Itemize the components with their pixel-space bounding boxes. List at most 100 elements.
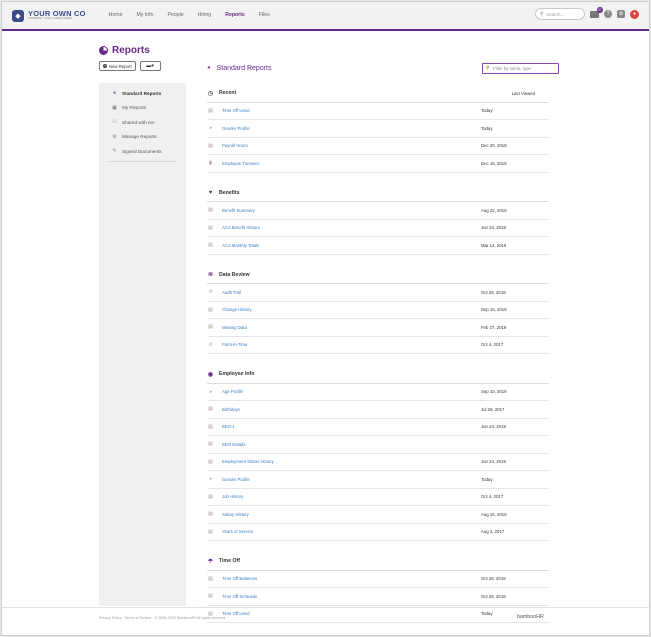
report-row: ▤ Salary History Aug 16, 2019 xyxy=(207,506,549,524)
table-icon: ▤ xyxy=(208,575,213,582)
bamboohr-logo: bambooHR xyxy=(517,614,544,620)
report-row: ▤ EEO-1 Jun 24, 2019 xyxy=(207,419,549,436)
table-icon: ▤ xyxy=(208,423,213,430)
help-icon[interactable]: ? xyxy=(604,10,612,18)
sidebar-item-label: Standard Reports xyxy=(122,90,162,96)
report-link[interactable]: Time Off Used xyxy=(222,611,481,616)
company-logo[interactable]: ◆ YOUR OWN CO COMPANY LOGO GOES HERE xyxy=(12,9,86,22)
last-viewed-date: Oct 28, 2019 xyxy=(481,593,506,599)
last-viewed-date: Today xyxy=(481,108,493,114)
nav-item-reports[interactable]: Reports xyxy=(218,2,252,29)
section-header: ≋ Data Review xyxy=(207,267,549,284)
table-icon: ▤ xyxy=(208,224,213,231)
report-link[interactable]: Age Profile xyxy=(222,389,481,394)
report-row: ▤ Benefit Summary Aug 22, 2019 xyxy=(207,202,549,220)
report-link[interactable]: EEO Details xyxy=(222,442,481,447)
report-row: ▤ Time Off Balances Oct 28, 2019 xyxy=(207,571,549,588)
report-link[interactable]: Payroll Hours xyxy=(222,143,481,148)
gear-icon[interactable]: ⚙ xyxy=(617,10,625,18)
report-link[interactable]: Gender Profile xyxy=(222,126,481,131)
sidebar-divider xyxy=(109,160,176,162)
last-viewed-date: Today xyxy=(481,611,493,617)
report-row: ↺ Audit Trail Oct 28, 2019 xyxy=(207,284,549,302)
report-row: ◕ Gender Profile Today xyxy=(207,120,549,138)
report-link[interactable]: Time Off Balances xyxy=(222,576,481,581)
pie-chart-icon: ◕ xyxy=(112,90,117,97)
report-link[interactable]: Change History xyxy=(222,307,481,312)
new-report-button[interactable]: + New Report xyxy=(99,61,136,71)
filter-input[interactable]: ⚲ Filter by name, type xyxy=(482,62,559,74)
sidebar-item-shared-with-me[interactable]: ⚇ Shared with me xyxy=(99,115,186,130)
report-section-employee-info: ◉ Employee Info ◕ Age Profile Sep 10, 2019 ▤ B… xyxy=(207,366,559,541)
footer-links[interactable]: Privacy Policy · Terms of Service · © 20… xyxy=(99,616,226,620)
report-link[interactable]: Job History xyxy=(222,494,481,499)
page-title: Reports xyxy=(112,45,150,56)
person-circle-icon: ◉ xyxy=(207,371,214,378)
report-row: ▤ Time Off Used Today xyxy=(207,606,549,623)
nav-item-home[interactable]: Home xyxy=(102,2,130,29)
report-link[interactable]: ACA Monthly Totals xyxy=(222,243,481,248)
report-link[interactable]: Salary History xyxy=(222,512,481,517)
table-icon: ▤ xyxy=(208,306,213,313)
new-report-label: New Report xyxy=(109,63,132,69)
report-section-time-off: ☂ Time Off ▤ Time Off Balances Oct 28, 2019 ▤… xyxy=(207,553,559,623)
report-row: ▤ Years of Service Aug 4, 2017 xyxy=(207,524,549,541)
main-content: ◕ Standard Reports ⚲ Filter by name, typ… xyxy=(207,60,559,623)
report-link[interactable]: Audit Trail xyxy=(222,290,481,295)
search-icon: ⚲ xyxy=(486,65,490,70)
nav-item-my-info[interactable]: My Info xyxy=(129,2,160,29)
report-row: ▤ Change History Sep 16, 2019 xyxy=(207,302,549,319)
report-row: ▤ Missing Data Feb 27, 2019 xyxy=(207,319,549,337)
report-row: ▤ EEO Details xyxy=(207,436,549,454)
clock-icon: ◷ xyxy=(207,90,214,97)
report-section-benefits: ♥ Benefits ▤ Benefit Summary Aug 22, 2019 ▤ AC… xyxy=(207,185,559,255)
report-link[interactable]: Gender Profile xyxy=(222,477,481,482)
inbox-icon[interactable]: 27 xyxy=(590,6,603,18)
sidebar-item-standard-reports[interactable]: ◕ Standard Reports xyxy=(99,86,186,101)
report-link[interactable]: Time Off Schedule xyxy=(222,594,481,599)
main-nav: Home My Info People Hiring Reports Files xyxy=(102,2,277,29)
table-icon: ▤ xyxy=(208,493,213,500)
people-icon: ⚇ xyxy=(112,119,117,126)
report-link[interactable]: Missing Data xyxy=(222,325,481,330)
section-title: Data Review xyxy=(219,271,250,278)
folder-dropdown-button[interactable]: ▬▾ xyxy=(139,61,161,71)
report-link[interactable]: Time Off Used xyxy=(222,108,481,113)
avatar[interactable]: ● xyxy=(630,9,639,19)
report-link[interactable]: ACA Benefit History xyxy=(222,225,481,230)
nav-item-people[interactable]: People xyxy=(160,2,190,29)
filter-placeholder: Filter by name, type xyxy=(493,65,531,71)
nav-item-files[interactable]: Files xyxy=(252,2,277,29)
report-link[interactable]: Point-in-Time xyxy=(222,342,481,347)
last-viewed-date: Today xyxy=(481,125,493,131)
report-link[interactable]: Employee Turnover xyxy=(222,161,481,166)
report-row: ▮ Employee Turnover Dec 16, 2019 xyxy=(207,155,549,173)
report-link[interactable]: Years of Service xyxy=(222,529,481,534)
report-link[interactable]: EEO-1 xyxy=(222,424,481,429)
footer-divider xyxy=(2,607,649,608)
logo-subtitle: COMPANY LOGO GOES HERE xyxy=(28,16,72,20)
layers-icon: ≋ xyxy=(207,272,214,279)
table-icon: ▤ xyxy=(208,511,213,518)
sidebar-item-signed-documents[interactable]: ✎ Signed Documents xyxy=(99,144,186,159)
main-title: Standard Reports xyxy=(216,64,272,72)
report-row: ↺ Point-in-Time Oct 4, 2017 xyxy=(207,337,549,354)
report-link[interactable]: Benefit Summary xyxy=(222,208,481,213)
last-viewed-date: Sep 16, 2019 xyxy=(481,307,507,313)
sidebar-item-manage-reports[interactable]: ⚙ Manage Reports xyxy=(99,130,186,145)
search-input[interactable]: ⚲ Search... xyxy=(535,8,585,20)
report-row: ▤ Time Off Used Today xyxy=(207,103,549,120)
report-link[interactable]: Birthdays xyxy=(222,407,481,412)
section-header: ◷ Recent Last Viewed xyxy=(207,85,549,103)
table-icon: ▤ xyxy=(208,324,213,331)
table-icon: ▤ xyxy=(208,142,213,149)
section-header: ◉ Employee Info xyxy=(207,366,549,384)
section-title: Employee Info xyxy=(219,371,255,378)
sidebar-item-my-reports[interactable]: ▣ My Reports xyxy=(99,101,186,116)
section-column-header: Last Viewed xyxy=(511,90,535,96)
last-viewed-date: Dec 20, 2019 xyxy=(481,143,507,149)
nav-item-hiring[interactable]: Hiring xyxy=(191,2,219,29)
last-viewed-date: Mar 14, 2018 xyxy=(481,242,507,248)
table-icon: ▤ xyxy=(208,242,213,249)
report-link[interactable]: Employment Status History xyxy=(222,459,481,464)
